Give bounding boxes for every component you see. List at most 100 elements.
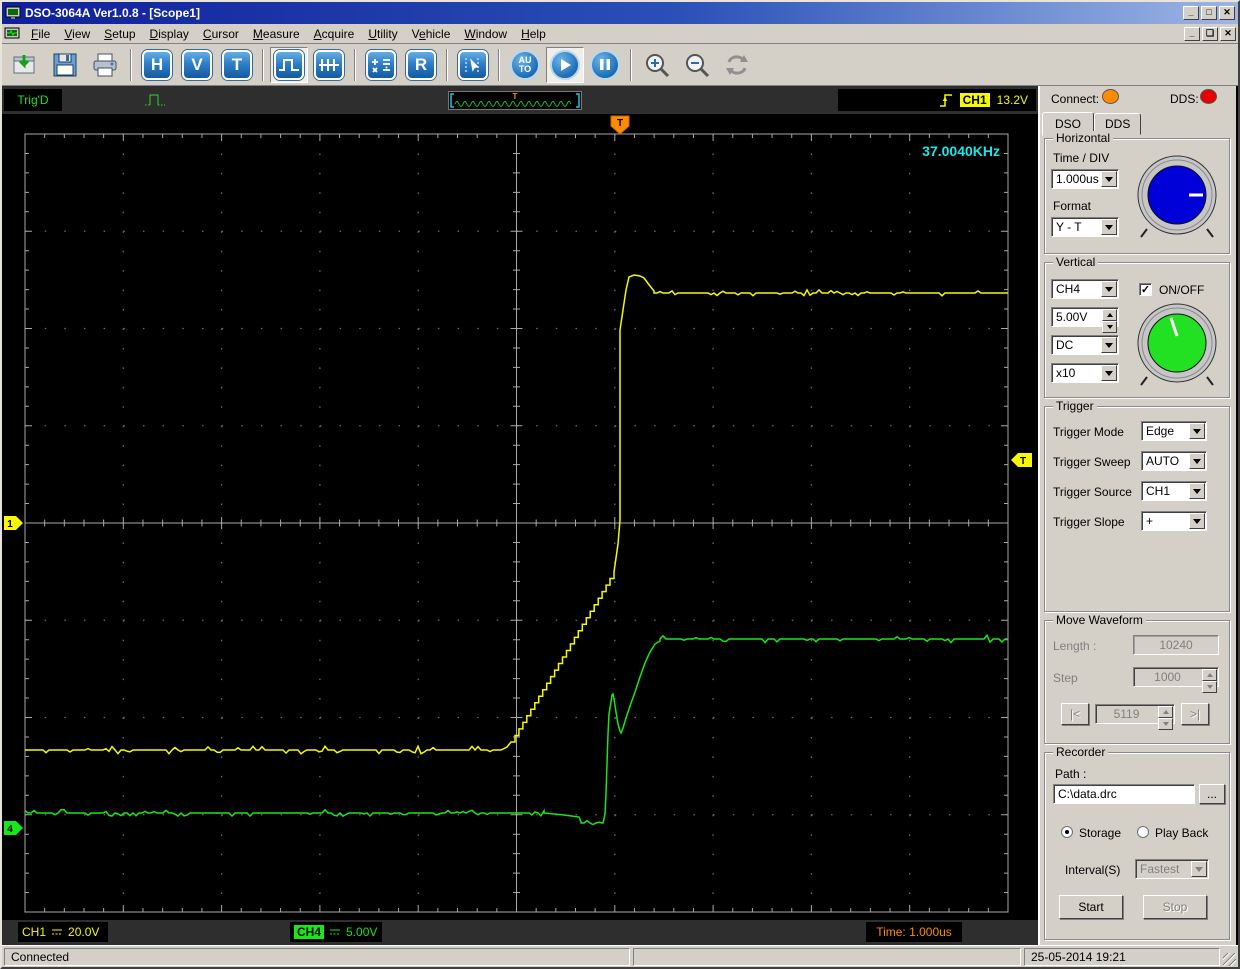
format-label: Format — [1053, 199, 1091, 213]
horizontal-knob[interactable] — [1133, 153, 1221, 245]
sync-button[interactable] — [718, 47, 756, 83]
move-last-button[interactable]: >| — [1181, 703, 1209, 725]
chevron-down-icon[interactable] — [1189, 483, 1205, 499]
close-button[interactable]: ✕ — [1219, 6, 1235, 20]
timebase-value: Time: 1.000us — [876, 925, 952, 939]
play-icon — [550, 50, 580, 80]
vertical-icon: V — [182, 50, 212, 80]
record-start-button[interactable]: Start — [1059, 895, 1123, 919]
trigger-button[interactable]: T — [218, 47, 256, 83]
scope-display: Trig'D T — [2, 86, 1038, 945]
zoom-out-icon — [683, 51, 711, 79]
chevron-down-icon[interactable] — [1101, 219, 1117, 235]
chevron-down-icon[interactable] — [1189, 423, 1205, 439]
trigger-source-select[interactable]: CH1 — [1141, 481, 1207, 501]
position-spinner[interactable]: 5119 — [1095, 704, 1175, 724]
storage-label: Storage — [1079, 826, 1121, 840]
record-stop-button[interactable]: Stop — [1143, 895, 1207, 919]
volts-div-spinner[interactable]: 5.00V — [1051, 307, 1119, 327]
menu-item-window[interactable]: Window — [457, 25, 514, 43]
time-div-select[interactable]: 1.000us — [1051, 169, 1119, 189]
math-button[interactable] — [362, 47, 400, 83]
resize-grip[interactable] — [1223, 953, 1236, 966]
menu-item-setup[interactable]: Setup — [97, 25, 142, 43]
menu-item-display[interactable]: Display — [143, 25, 196, 43]
channel-select[interactable]: CH4 — [1051, 279, 1119, 299]
minimize-button[interactable]: _ — [1183, 6, 1199, 20]
browse-button[interactable]: ... — [1199, 784, 1225, 804]
chevron-down-icon[interactable] — [1101, 281, 1117, 297]
svg-text:T: T — [513, 92, 518, 101]
menu-item-vehicle[interactable]: Vehicle — [405, 25, 458, 43]
step-spinner[interactable]: 1000 — [1133, 667, 1219, 687]
print-button[interactable] — [86, 47, 124, 83]
ch1-ground-marker[interactable]: 1 — [4, 516, 23, 530]
trigger-source-badge: CH1 — [960, 93, 990, 107]
app-icon — [5, 6, 21, 20]
trigger-title: Trigger — [1053, 399, 1097, 413]
auto-icon: AUTO — [510, 50, 540, 80]
menu-item-file[interactable]: File — [24, 25, 57, 43]
trigger-slope-select[interactable]: + — [1141, 511, 1207, 531]
menu-item-acquire[interactable]: Acquire — [307, 25, 362, 43]
onoff-checkbox[interactable]: ✓ — [1139, 282, 1152, 296]
probe-select[interactable]: x10 — [1051, 363, 1119, 383]
sync-icon — [723, 51, 751, 79]
run-button[interactable] — [546, 47, 584, 83]
waveform-position-bar[interactable]: T — [448, 91, 582, 110]
reference-button[interactable]: R — [402, 47, 440, 83]
menu-item-help[interactable]: Help — [514, 25, 553, 43]
spin-up-icon[interactable] — [1102, 309, 1117, 321]
menu-item-utility[interactable]: Utility — [361, 25, 404, 43]
zoom-out-button[interactable] — [678, 47, 716, 83]
svg-text:1: 1 — [7, 519, 13, 530]
chevron-down-icon[interactable] — [1101, 171, 1117, 187]
spin-down-icon[interactable] — [1102, 321, 1117, 333]
menu-item-view[interactable]: View — [57, 25, 97, 43]
chevron-down-icon[interactable] — [1191, 861, 1207, 877]
move-first-button[interactable]: |< — [1061, 703, 1089, 725]
save-button[interactable] — [46, 47, 84, 83]
square-wave-button[interactable] — [270, 47, 308, 83]
trigger-sweep-select[interactable]: AUTO — [1141, 451, 1207, 471]
logic-wave-button[interactable] — [310, 47, 348, 83]
trigger-level-marker[interactable]: T — [1011, 453, 1032, 467]
coupling-select[interactable]: DC — [1051, 335, 1119, 355]
trigger-source-label: Trigger Source — [1053, 485, 1132, 499]
pause-icon — [590, 50, 620, 80]
menu-item-measure[interactable]: Measure — [246, 25, 307, 43]
storage-radio[interactable] — [1061, 825, 1073, 839]
auto-button[interactable]: AUTO — [506, 47, 544, 83]
chevron-down-icon[interactable] — [1189, 513, 1205, 529]
dds-led — [1200, 89, 1217, 104]
child-restore-button[interactable]: ❏ — [1202, 27, 1218, 41]
interval-select[interactable]: Fastest — [1135, 859, 1209, 879]
horizontal-icon: H — [142, 50, 172, 80]
vertical-button[interactable]: V — [178, 47, 216, 83]
path-input[interactable]: C:\data.drc — [1053, 784, 1195, 804]
horizontal-button[interactable]: H — [138, 47, 176, 83]
trigger-position-marker[interactable]: T — [611, 116, 629, 134]
playback-radio[interactable] — [1137, 825, 1149, 839]
child-close-button[interactable]: ✕ — [1220, 27, 1236, 41]
maximize-button[interactable]: □ — [1201, 6, 1217, 20]
chevron-down-icon[interactable] — [1189, 453, 1205, 469]
menu-item-cursor[interactable]: Cursor — [196, 25, 246, 43]
waveform-plot[interactable]: 37.0040KHz T 1 4 T — [2, 114, 1038, 920]
zoom-in-button[interactable] — [638, 47, 676, 83]
ch1-label: CH1 — [22, 925, 46, 939]
import-button[interactable] — [6, 47, 44, 83]
zoom-in-icon — [643, 51, 671, 79]
ch4-ground-marker[interactable]: 4 — [4, 821, 23, 835]
title-bar: DSO-3064A Ver1.0.8 - [Scope1] _ □ ✕ — [2, 2, 1238, 24]
ch1-scale-value: 20.0V — [68, 925, 99, 939]
child-minimize-button[interactable]: _ — [1184, 27, 1200, 41]
cursor-button[interactable] — [454, 47, 492, 83]
vertical-knob[interactable] — [1133, 301, 1221, 393]
chevron-down-icon[interactable] — [1101, 337, 1117, 353]
dds-label: DDS: — [1170, 92, 1199, 106]
chevron-down-icon[interactable] — [1101, 365, 1117, 381]
format-select[interactable]: Y - T — [1051, 217, 1119, 237]
pause-button[interactable] — [586, 47, 624, 83]
trigger-mode-select[interactable]: Edge — [1141, 421, 1207, 441]
